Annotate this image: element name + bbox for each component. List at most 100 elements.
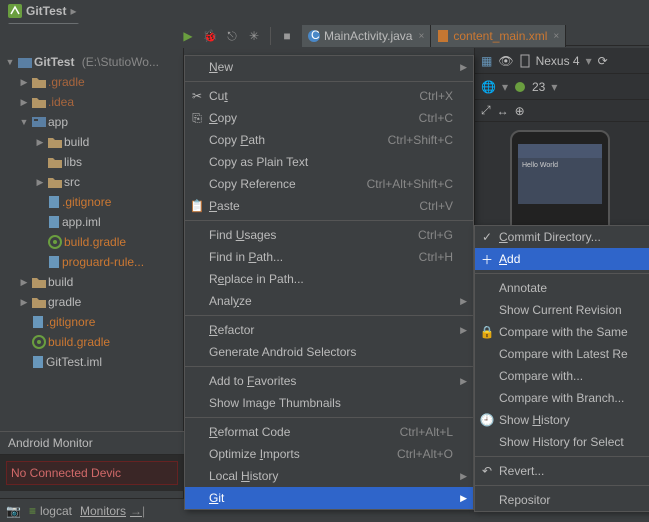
menu-item-show-current-revision[interactable]: Show Current Revision <box>475 299 649 321</box>
project-tree[interactable]: GitTest (E:\StutioWo... .gradle.ideaappb… <box>0 48 183 376</box>
design-toolbar-1: ▦ 👁 Nexus 4▾ ⟳ <box>475 48 649 74</box>
menu-item-repositor[interactable]: Repositor <box>475 489 649 511</box>
close-icon[interactable]: × <box>553 31 559 42</box>
java-class-icon: C <box>308 30 320 42</box>
tree-item-build-gradle[interactable]: build.gradle <box>0 232 183 252</box>
cut-icon: ✂ <box>189 89 205 103</box>
menu-item-show-history-for-select[interactable]: Show History for Select <box>475 431 649 453</box>
globe-icon[interactable]: 🌐 <box>481 80 496 94</box>
project-title: GitTest <box>26 4 66 18</box>
module-icon <box>18 56 32 68</box>
expand-icon[interactable]: ⤢ <box>481 103 491 118</box>
fit-icon[interactable]: ↔ <box>497 104 509 118</box>
phone-icon[interactable] <box>520 54 530 68</box>
editor-tabs: C MainActivity.java × content_main.xml × <box>302 24 566 48</box>
menu-item-reformat-code[interactable]: Reformat CodeCtrl+Alt+L <box>185 421 473 443</box>
tree-item-libs[interactable]: libs <box>0 152 183 172</box>
submenu-arrow-icon: ▶ <box>460 471 467 482</box>
copy-icon: ⎘ <box>189 111 205 126</box>
tree-item--idea[interactable]: .idea <box>0 92 183 112</box>
android-monitor-title[interactable]: Android Monitor <box>0 432 184 454</box>
tree-item-build[interactable]: build <box>0 132 183 152</box>
tab-monitors[interactable]: Monitors →| <box>80 504 145 518</box>
tree-item--gradle[interactable]: .gradle <box>0 72 183 92</box>
menu-item-find-usages[interactable]: Find UsagesCtrl+G <box>185 224 473 246</box>
profile-icon[interactable]: ✳ <box>246 28 262 44</box>
menu-item-revert-[interactable]: ↶Revert... <box>475 460 649 482</box>
menu-item-annotate[interactable]: Annotate <box>475 277 649 299</box>
menu-item-refactor[interactable]: Refactor▶ <box>185 319 473 341</box>
menu-item-compare-with-latest-re[interactable]: Compare with Latest Re <box>475 343 649 365</box>
run-icon[interactable]: ▶ <box>180 28 196 44</box>
submenu-arrow-icon: ▶ <box>460 296 467 307</box>
paste-icon: 📋 <box>189 199 205 213</box>
menu-item-analyze[interactable]: Analyze▶ <box>185 290 473 312</box>
tree-item-proguard-rule-[interactable]: proguard-rule... <box>0 252 183 272</box>
android-studio-icon <box>8 4 22 18</box>
add-icon: ＋ <box>479 251 495 268</box>
palette-icon[interactable]: ▦ <box>481 54 492 68</box>
tree-item-app[interactable]: app <box>0 112 183 132</box>
no-device-warning: No Connected Devic <box>6 461 178 485</box>
submenu-arrow-icon: ▶ <box>460 325 467 336</box>
tree-item-app-iml[interactable]: app.iml <box>0 212 183 232</box>
tree-item-gradle[interactable]: gradle <box>0 292 183 312</box>
tree-item--gitignore[interactable]: .gitignore <box>0 192 183 212</box>
menu-item-cut[interactable]: ✂CutCtrl+X <box>185 85 473 107</box>
lock-icon: 🔒 <box>479 325 495 339</box>
submenu-arrow-icon: ▶ <box>460 493 467 504</box>
design-toolbar-3: ⤢ ↔ ⊕ <box>475 100 649 122</box>
menu-item-paste[interactable]: 📋PasteCtrl+V <box>185 195 473 217</box>
menu-item-new[interactable]: New▶ <box>185 56 473 78</box>
revert-icon: ↶ <box>479 464 495 478</box>
menu-item-copy[interactable]: ⎘CopyCtrl+C <box>185 107 473 129</box>
editor-tab-contentmain[interactable]: content_main.xml × <box>431 25 566 47</box>
titlebar: GitTest ▸ <box>0 0 649 22</box>
refresh-icon[interactable]: ⟳ <box>598 54 608 68</box>
android-api-icon <box>514 81 526 93</box>
close-icon[interactable]: × <box>418 31 424 42</box>
logcat-icon: ≡ <box>29 504 36 518</box>
tree-item-build[interactable]: build <box>0 272 183 292</box>
main-toolbar: ▶ 🐞 ⎋ ✳ ■ <box>0 24 302 48</box>
menu-item-add-to-favorites[interactable]: Add to Favorites▶ <box>185 370 473 392</box>
editor-tab-mainactivity[interactable]: C MainActivity.java × <box>302 25 431 47</box>
tree-item-GitTest-iml[interactable]: GitTest.iml <box>0 352 183 372</box>
android-monitor-panel: Android Monitor No Connected Devic <box>0 431 184 491</box>
menu-item-copy-reference[interactable]: Copy ReferenceCtrl+Alt+Shift+C <box>185 173 473 195</box>
git-submenu: ✓Commit Directory...＋Add AnnotateShow Cur… <box>474 225 649 512</box>
attach-icon[interactable]: ⎋ <box>224 28 240 44</box>
design-toolbar-2: 🌐▾ 23▾ <box>475 74 649 100</box>
menu-item-optimize-imports[interactable]: Optimize ImportsCtrl+Alt+O <box>185 443 473 465</box>
menu-item-compare-with-the-same[interactable]: 🔒Compare with the Same <box>475 321 649 343</box>
menu-item-show-image-thumbnails[interactable]: Show Image Thumbnails <box>185 392 473 414</box>
menu-item-git[interactable]: Git▶ <box>185 487 473 509</box>
menu-item-compare-with-branch-[interactable]: Compare with Branch... <box>475 387 649 409</box>
tree-item--gitignore[interactable]: .gitignore <box>0 312 183 332</box>
xml-file-icon <box>437 30 449 42</box>
debug-icon[interactable]: 🐞 <box>202 28 218 44</box>
eye-icon[interactable]: 👁 <box>498 54 513 68</box>
tree-item-src[interactable]: src <box>0 172 183 192</box>
menu-item-local-history[interactable]: Local History▶ <box>185 465 473 487</box>
tree-item-build-gradle[interactable]: build.gradle <box>0 332 183 352</box>
submenu-arrow-icon: ▶ <box>460 62 467 73</box>
stop-icon[interactable]: ■ <box>279 28 295 44</box>
menu-item-add[interactable]: ＋Add <box>475 248 649 270</box>
tree-root[interactable]: GitTest (E:\StutioWo... <box>0 52 183 72</box>
hist-icon: 🕘 <box>479 413 495 427</box>
zoom-icon[interactable]: ⊕ <box>515 104 525 118</box>
tab-logcat[interactable]: ≡ logcat <box>29 504 72 518</box>
svg-text:C: C <box>311 30 320 42</box>
menu-item-replace-in-path-[interactable]: Replace in Path... <box>185 268 473 290</box>
device-preview: Hello World <box>510 130 620 220</box>
commit-icon: ✓ <box>479 230 495 244</box>
menu-item-find-in-path-[interactable]: Find in Path...Ctrl+H <box>185 246 473 268</box>
screenshot-icon[interactable]: 📷 <box>6 504 21 518</box>
menu-item-generate-android-selectors[interactable]: Generate Android Selectors <box>185 341 473 363</box>
menu-item-copy-as-plain-text[interactable]: Copy as Plain Text <box>185 151 473 173</box>
menu-item-copy-path[interactable]: Copy PathCtrl+Shift+C <box>185 129 473 151</box>
menu-item-show-history[interactable]: 🕘Show History <box>475 409 649 431</box>
menu-item-compare-with-[interactable]: Compare with... <box>475 365 649 387</box>
menu-item-commit-directory-[interactable]: ✓Commit Directory... <box>475 226 649 248</box>
